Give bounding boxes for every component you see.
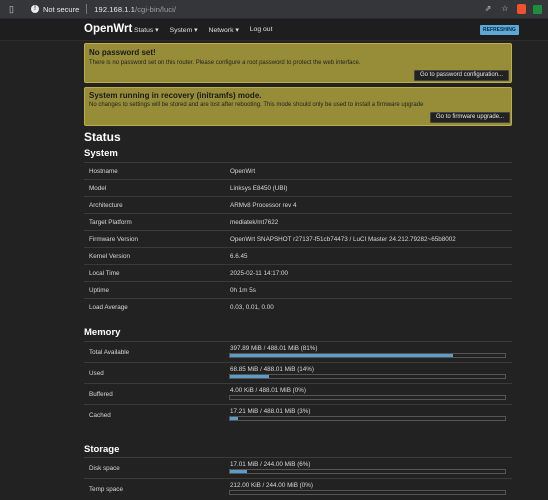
alert-recovery-mode: System running in recovery (initramfs) m… bbox=[84, 87, 512, 126]
alert-no-password: No password set! There is no password se… bbox=[84, 43, 512, 83]
row-key: Local Time bbox=[89, 270, 120, 277]
row-key: Total Available bbox=[89, 349, 130, 356]
row-key: Architecture bbox=[89, 202, 123, 209]
progress-bar bbox=[229, 469, 506, 474]
row-value: 212.00 KiB / 244.00 MiB (0%) bbox=[230, 482, 313, 489]
menu-system[interactable]: System ▾ bbox=[170, 26, 198, 34]
row-value: Linksys E8450 (UBI) bbox=[230, 185, 288, 192]
row-value: 397.89 MiB / 488.01 MiB (81%) bbox=[230, 345, 318, 352]
browser-actions: ⇗ ☆ bbox=[483, 4, 542, 14]
progress-bar bbox=[229, 395, 506, 400]
section-heading-memory: Memory bbox=[84, 327, 121, 338]
separator bbox=[86, 4, 88, 14]
menu-network[interactable]: Network ▾ bbox=[209, 26, 239, 34]
table-row: Target Platform mediatek/mt7622 bbox=[84, 213, 512, 230]
table-row: Kernel Version 6.6.45 bbox=[84, 247, 512, 264]
table-row: Used 68.85 MiB / 488.01 MiB (14%) bbox=[84, 362, 512, 383]
url-path: /cgi-bin/luci/ bbox=[135, 4, 177, 14]
row-key: Used bbox=[89, 370, 104, 377]
alert-title: System running in recovery (initramfs) m… bbox=[89, 91, 262, 100]
progress-fill bbox=[230, 354, 453, 357]
row-key: Buffered bbox=[89, 391, 113, 398]
row-value: ARMv8 Processor rev 4 bbox=[230, 202, 297, 209]
row-key: Disk space bbox=[89, 465, 120, 472]
row-value: 68.85 MiB / 488.01 MiB (14%) bbox=[230, 366, 314, 373]
row-value: 0h 1m 5s bbox=[230, 287, 256, 294]
table-row: Model Linksys E8450 (UBI) bbox=[84, 179, 512, 196]
row-key: Hostname bbox=[89, 168, 118, 175]
row-value: 4.00 KiB / 488.01 MiB (0%) bbox=[230, 387, 306, 394]
progress-fill bbox=[230, 417, 239, 420]
bookmark-icon[interactable]: ▯ bbox=[9, 4, 19, 14]
progress-bar bbox=[229, 374, 506, 379]
row-value: 17.01 MiB / 244.00 MiB (6%) bbox=[230, 461, 311, 468]
security-label[interactable]: Not secure bbox=[43, 5, 79, 14]
url-host: 192.168.1.1 bbox=[94, 4, 136, 14]
main-menu: Status ▾ System ▾ Network ▾ Log out bbox=[134, 26, 272, 34]
row-key: Cached bbox=[89, 412, 111, 419]
menu-logout[interactable]: Log out bbox=[250, 26, 273, 34]
section-heading-system: System bbox=[84, 148, 118, 159]
table-row: Firmware Version OpenWrt SNAPSHOT r27137-… bbox=[84, 230, 512, 247]
progress-bar bbox=[229, 416, 506, 421]
brand-logo[interactable]: OpenWrt bbox=[84, 23, 132, 35]
row-value: mediatek/mt7622 bbox=[230, 219, 279, 226]
table-row: Local Time 2025-02-11 14:17:00 bbox=[84, 264, 512, 281]
luci-header: OpenWrt Status ▾ System ▾ Network ▾ Log … bbox=[0, 19, 548, 41]
row-value: OpenWrt bbox=[230, 168, 256, 175]
firmware-upgrade-button[interactable]: Go to firmware upgrade... bbox=[430, 112, 511, 123]
table-row: Load Average 0.03, 0.01, 0.00 bbox=[84, 298, 512, 315]
section-heading-storage: Storage bbox=[84, 444, 120, 455]
browser-address-bar: ▯ ! Not secure 192.168.1.1/cgi-bin/luci/… bbox=[0, 0, 548, 19]
row-value: OpenWrt SNAPSHOT r27137-f51cb74473 / LuC… bbox=[230, 236, 456, 243]
row-key: Uptime bbox=[89, 287, 109, 294]
progress-bar bbox=[229, 490, 506, 495]
refreshing-indicator[interactable]: REFRESHING bbox=[480, 25, 519, 35]
progress-bar bbox=[229, 353, 506, 358]
row-key: Firmware Version bbox=[89, 236, 138, 243]
table-row: Disk space 17.01 MiB / 244.00 MiB (6%) bbox=[84, 457, 512, 478]
table-row: Cached 17.21 MiB / 488.01 MiB (3%) bbox=[84, 404, 512, 425]
table-row: Hostname OpenWrt bbox=[84, 162, 512, 179]
warning-icon[interactable]: ! bbox=[31, 5, 39, 13]
row-key: Load Average bbox=[89, 304, 128, 311]
progress-fill bbox=[230, 470, 247, 473]
progress-fill bbox=[230, 375, 269, 378]
url-field[interactable]: 192.168.1.1/cgi-bin/luci/ bbox=[94, 5, 176, 14]
star-icon[interactable]: ☆ bbox=[500, 4, 510, 14]
open-external-icon[interactable]: ⇗ bbox=[483, 4, 493, 14]
table-row: Total Available 397.89 MiB / 488.01 MiB (… bbox=[84, 341, 512, 362]
row-value: 0.03, 0.01, 0.00 bbox=[230, 304, 274, 311]
page-title: Status bbox=[84, 130, 121, 144]
table-row: Temp space 212.00 KiB / 244.00 MiB (0%) bbox=[84, 478, 512, 499]
extension-icon[interactable] bbox=[533, 4, 542, 14]
row-key: Model bbox=[89, 185, 107, 192]
row-key: Kernel Version bbox=[89, 253, 130, 260]
row-value: 17.21 MiB / 488.01 MiB (3%) bbox=[230, 408, 311, 415]
row-key: Temp space bbox=[89, 486, 123, 493]
table-row: Buffered 4.00 KiB / 488.01 MiB (0%) bbox=[84, 383, 512, 404]
row-key: Target Platform bbox=[89, 219, 132, 226]
row-value: 6.6.45 bbox=[230, 253, 248, 260]
brave-shield-icon[interactable] bbox=[517, 4, 526, 14]
table-row: Architecture ARMv8 Processor rev 4 bbox=[84, 196, 512, 213]
password-config-button[interactable]: Go to password configuration... bbox=[414, 70, 510, 81]
alert-text: There is no password set on this router.… bbox=[89, 60, 361, 66]
table-row: Uptime 0h 1m 5s bbox=[84, 281, 512, 298]
alert-text: No changes to settings will be stored an… bbox=[89, 102, 424, 108]
alert-title: No password set! bbox=[89, 48, 156, 57]
row-value: 2025-02-11 14:17:00 bbox=[230, 270, 289, 277]
menu-status[interactable]: Status ▾ bbox=[134, 26, 159, 34]
